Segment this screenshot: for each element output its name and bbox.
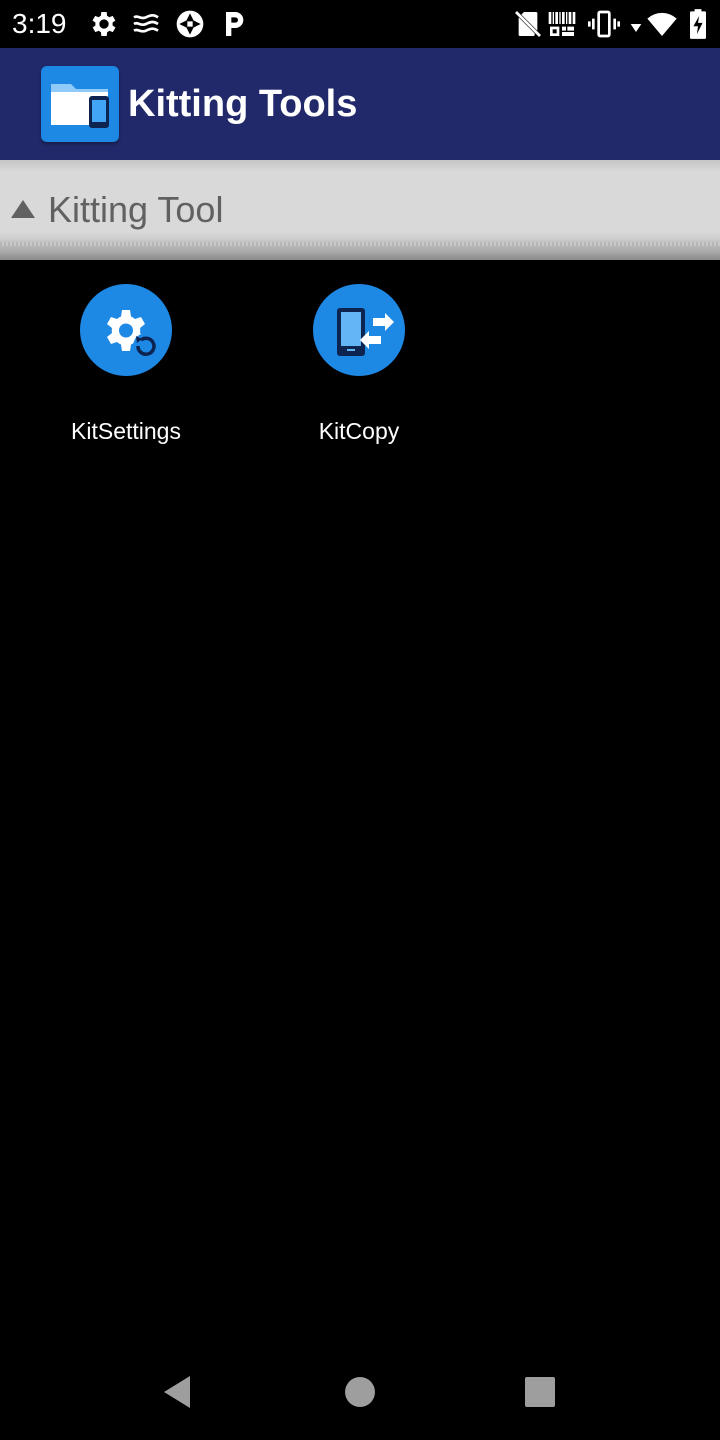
triangle-up-icon [10, 198, 36, 220]
data-arrow-icon [626, 8, 646, 40]
section-header[interactable]: Kitting Tool [0, 160, 720, 260]
screen: 3:19 Kitting Tools Kitting Tool KitSetti… [0, 0, 720, 1440]
app-kitsettings[interactable]: KitSettings [16, 284, 236, 454]
app-title: Kitting Tools [128, 83, 358, 125]
recents-icon[interactable] [520, 1372, 560, 1412]
barcode-icon [546, 8, 578, 40]
status-bar: 3:19 [0, 0, 720, 48]
phone-transfer-icon [313, 284, 405, 376]
parking-p-icon [218, 8, 250, 40]
battery-charging-icon [686, 8, 710, 40]
navigation-bar [0, 1344, 720, 1440]
wifi-icon [646, 8, 678, 40]
app-bar: Kitting Tools [0, 48, 720, 160]
section-title: Kitting Tool [48, 189, 224, 230]
app-kitcopy[interactable]: KitCopy [249, 284, 469, 454]
home-icon[interactable] [340, 1372, 380, 1412]
status-time: 3:19 [12, 8, 67, 39]
no-sim-icon [512, 8, 544, 40]
settings-gear-icon [88, 8, 120, 40]
aperture-icon [174, 8, 206, 40]
app-label: KitCopy [318, 418, 400, 444]
gear-restore-icon [80, 284, 172, 376]
app-label: KitSettings [71, 418, 181, 444]
section-divider [0, 242, 720, 246]
back-icon[interactable] [158, 1372, 198, 1412]
vibrate-icon [588, 8, 620, 40]
folder-phone-icon [41, 66, 119, 142]
wave-icon [130, 8, 162, 40]
